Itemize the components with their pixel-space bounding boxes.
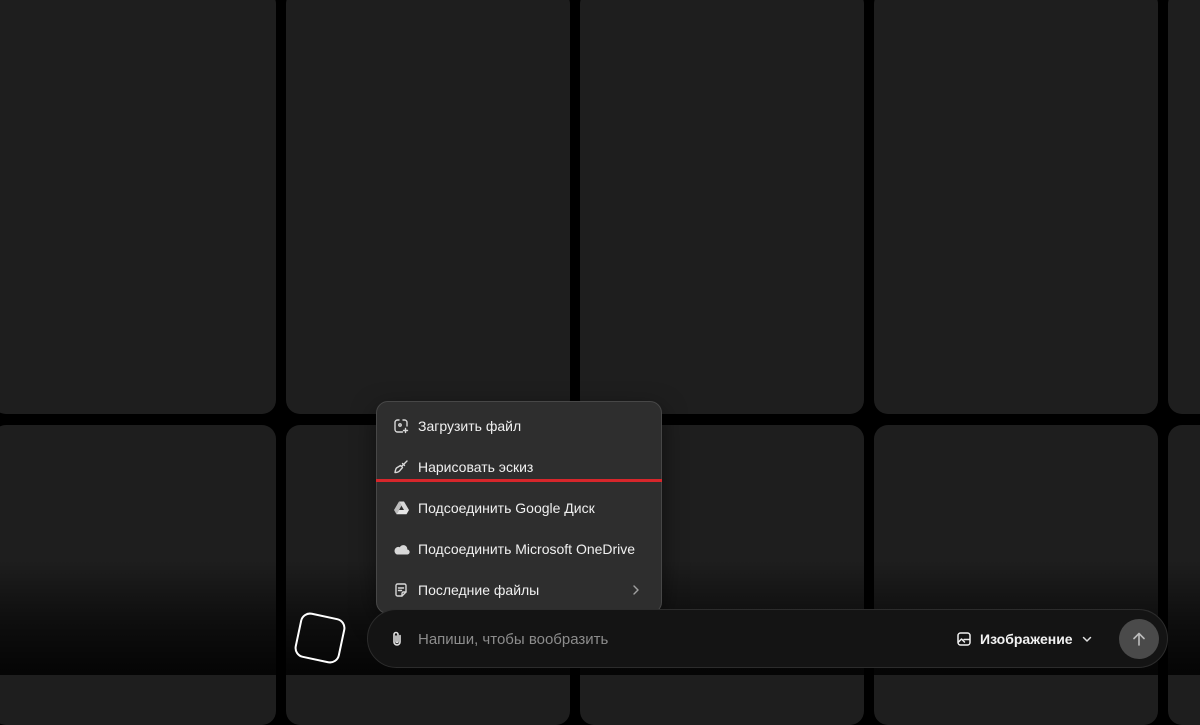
menu-item-label: Последние файлы bbox=[418, 582, 540, 598]
gallery-tile[interactable] bbox=[0, 425, 276, 725]
mode-selector[interactable]: Изображение bbox=[956, 627, 1093, 651]
chevron-down-icon bbox=[1081, 633, 1093, 645]
onedrive-cloud-icon bbox=[392, 540, 410, 558]
menu-item-label: Нарисовать эскиз bbox=[418, 459, 534, 475]
mode-selector-label: Изображение bbox=[980, 631, 1073, 647]
gallery-tile[interactable] bbox=[1168, 0, 1200, 414]
prompt-input[interactable] bbox=[418, 626, 898, 652]
menu-item-label: Загрузить файл bbox=[418, 418, 522, 434]
app-logo[interactable] bbox=[294, 612, 346, 664]
upload-file-icon bbox=[392, 417, 410, 435]
brush-icon bbox=[392, 458, 410, 476]
paperclip-icon[interactable] bbox=[387, 629, 407, 649]
google-drive-icon bbox=[392, 499, 410, 517]
chevron-right-icon bbox=[629, 582, 643, 598]
gallery-tile[interactable] bbox=[874, 0, 1158, 414]
image-mode-icon bbox=[956, 631, 972, 647]
menu-item-google-drive[interactable]: Подсоединить Google Диск bbox=[377, 491, 661, 525]
menu-item-label: Подсоединить Google Диск bbox=[418, 500, 595, 516]
attach-menu: Загрузить файл Нарисовать эскиз Подсоеди… bbox=[376, 401, 662, 614]
highlight-underline bbox=[376, 479, 662, 482]
gallery-tile[interactable] bbox=[1168, 425, 1200, 725]
arrow-up-icon bbox=[1130, 630, 1148, 648]
prompt-bar: Изображение bbox=[367, 609, 1168, 668]
menu-item-onedrive[interactable]: Подсоединить Microsoft OneDrive bbox=[377, 532, 661, 566]
menu-item-upload-file[interactable]: Загрузить файл bbox=[377, 409, 661, 443]
gallery-tile[interactable] bbox=[874, 425, 1158, 725]
gallery-tile[interactable] bbox=[286, 0, 570, 414]
recent-files-icon bbox=[392, 581, 410, 599]
send-button[interactable] bbox=[1119, 619, 1159, 659]
gallery-tile[interactable] bbox=[580, 0, 864, 414]
gallery-tile[interactable] bbox=[0, 0, 276, 414]
menu-item-label: Подсоединить Microsoft OneDrive bbox=[418, 541, 636, 557]
menu-item-recent-files[interactable]: Последние файлы bbox=[377, 573, 661, 607]
